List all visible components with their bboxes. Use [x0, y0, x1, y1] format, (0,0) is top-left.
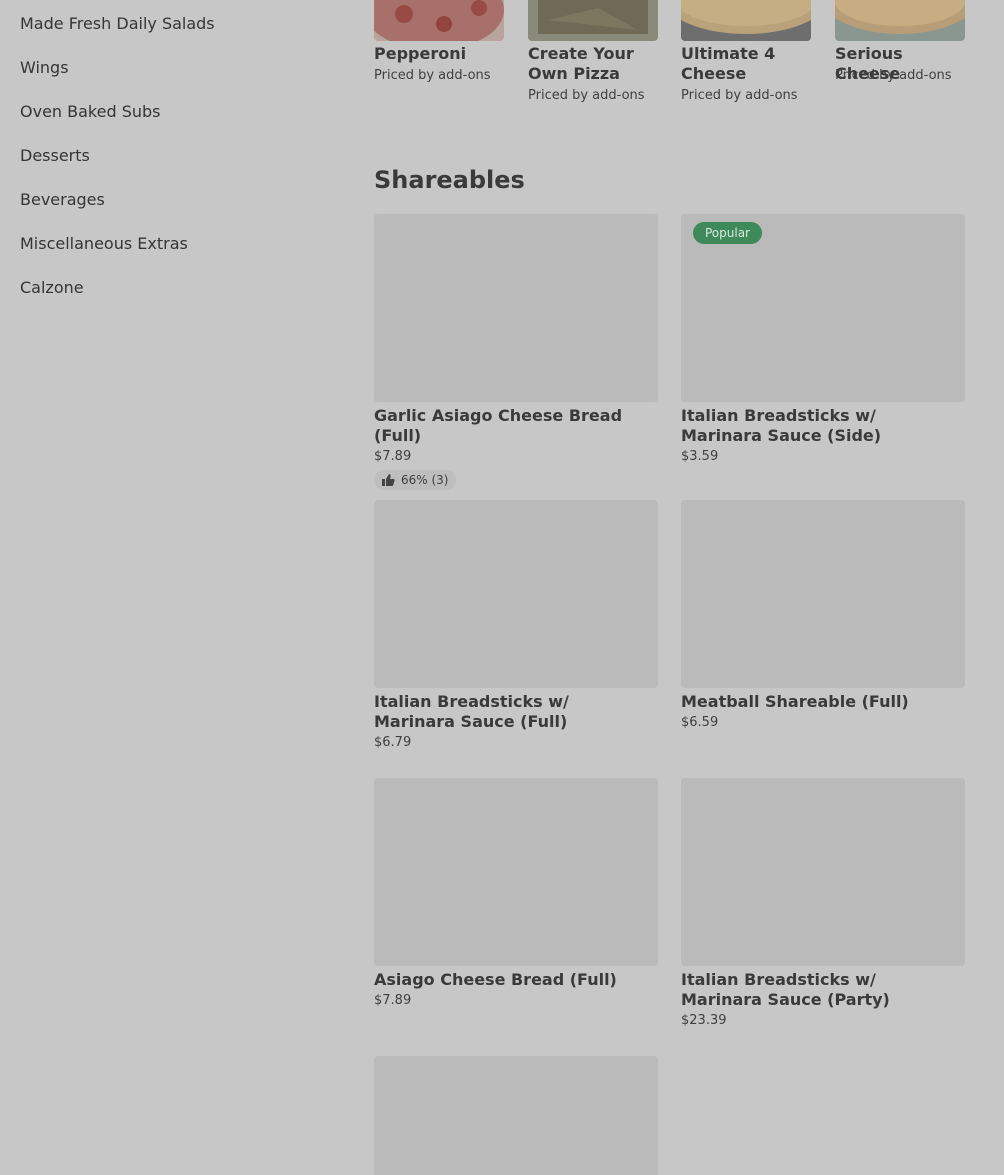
menu-item-card[interactable]	[374, 1056, 658, 1175]
menu-item-name: Italian Breadsticks w/ Marinara Sauce (S…	[681, 406, 882, 445]
rating-badge: 66% (3)	[374, 470, 457, 490]
menu-item-price: $3.59	[681, 449, 719, 464]
section-title-shareables: Shareables	[374, 166, 525, 194]
sidebar-item-beverages[interactable]: Beverages	[20, 190, 105, 209]
popular-badge: Popular	[693, 222, 762, 244]
sidebar-item-calzone[interactable]: Calzone	[20, 278, 84, 297]
pizza-card-pepperoni[interactable]: Pepperoni Priced by add-ons	[374, 0, 504, 83]
menu-item-image	[681, 500, 965, 688]
pizza-price: Priced by add-ons	[681, 88, 798, 103]
menu-item-name: Meatball Shareable (Full)	[681, 692, 909, 711]
menu-item-image	[374, 214, 658, 402]
menu-item-image: Popular	[681, 214, 965, 402]
sidebar-item-desserts[interactable]: Desserts	[20, 146, 90, 165]
menu-item-image	[374, 1056, 658, 1175]
pizza-name: Ultimate 4 Cheese	[681, 44, 776, 83]
pizza-card-create-your-own[interactable]: Create Your Own Pizza Priced by add-ons	[528, 0, 658, 103]
rating-text: 66% (3)	[401, 473, 449, 487]
menu-item-image	[374, 500, 658, 688]
pizza-image	[528, 0, 658, 41]
menu-item-card[interactable]: Italian Breadsticks w/ Marinara Sauce (P…	[681, 778, 965, 1028]
pizza-card-serious-cheese[interactable]: Serious Cheese Priced by add-ons	[835, 0, 965, 83]
pizza-image	[835, 0, 965, 41]
menu-item-card[interactable]: Garlic Asiago Cheese Bread (Full) $7.89 …	[374, 214, 658, 490]
pizza-price: Priced by add-ons	[528, 88, 645, 103]
menu-item-price: $6.59	[681, 715, 719, 730]
sidebar-item-extras[interactable]: Miscellaneous Extras	[20, 234, 188, 253]
menu-item-price: $6.79	[374, 735, 412, 750]
menu-item-name: Garlic Asiago Cheese Bread (Full)	[374, 406, 623, 445]
pizza-card-ultimate-4-cheese[interactable]: Ultimate 4 Cheese Priced by add-ons	[681, 0, 811, 103]
menu-item-price: $7.89	[374, 449, 412, 464]
sidebar-item-salads[interactable]: Made Fresh Daily Salads	[20, 14, 215, 33]
menu-item-price: $7.89	[374, 993, 412, 1008]
pizza-image	[681, 0, 811, 41]
menu-item-card[interactable]: Meatball Shareable (Full) $6.59	[681, 500, 965, 730]
pizza-price: Priced by add-ons	[374, 68, 491, 83]
pizza-image	[374, 0, 504, 41]
menu-item-card[interactable]: Italian Breadsticks w/ Marinara Sauce (F…	[374, 500, 658, 750]
pizza-name: Pepperoni	[374, 44, 467, 63]
menu-item-name: Asiago Cheese Bread (Full)	[374, 970, 617, 989]
sidebar-item-wings[interactable]: Wings	[20, 58, 69, 77]
menu-item-card[interactable]: Popular Italian Breadsticks w/ Marinara …	[681, 214, 965, 464]
menu-item-image	[374, 778, 658, 966]
menu-item-name: Italian Breadsticks w/ Marinara Sauce (P…	[681, 970, 890, 1009]
sidebar-item-subs[interactable]: Oven Baked Subs	[20, 102, 160, 121]
menu-item-card[interactable]: Asiago Cheese Bread (Full) $7.89	[374, 778, 658, 1008]
menu-item-image	[681, 778, 965, 966]
pizza-name: Create Your Own Pizza	[528, 44, 634, 83]
menu-item-price: $23.39	[681, 1013, 727, 1028]
menu-item-name: Italian Breadsticks w/ Marinara Sauce (F…	[374, 692, 569, 731]
pizza-price: Priced by add-ons	[835, 68, 952, 83]
thumbs-up-icon	[382, 474, 395, 486]
